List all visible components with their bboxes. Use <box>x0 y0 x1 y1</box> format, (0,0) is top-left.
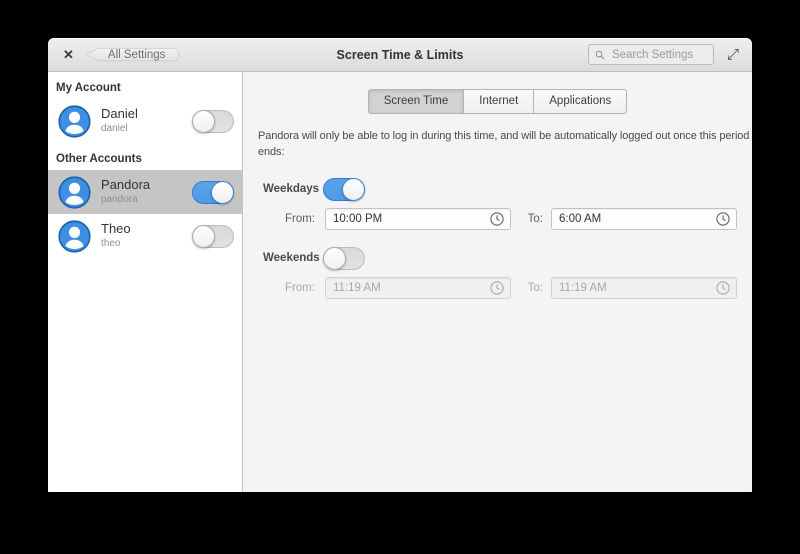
search-input[interactable] <box>609 47 707 62</box>
weekends-time-row: From: To: <box>258 276 752 299</box>
toggle-knob <box>192 109 215 133</box>
other-accounts-header: Other Accounts <box>56 153 142 165</box>
weekdays-to-input[interactable] <box>551 207 737 230</box>
weekdays-from-input[interactable] <box>325 207 511 230</box>
weekends-to-label: To: <box>527 281 543 294</box>
user-username: theo <box>101 238 121 250</box>
mode-tabs: Screen Time Internet Applications <box>258 89 737 114</box>
toggle-knob <box>192 224 215 248</box>
pandora-limits-toggle[interactable] <box>192 180 234 204</box>
user-username: pandora <box>101 194 138 206</box>
toggle-knob <box>211 180 234 204</box>
weekdays-to-field <box>551 207 737 230</box>
search-field[interactable] <box>587 44 714 65</box>
close-icon[interactable]: ✕ <box>63 48 74 61</box>
tab-applications[interactable]: Applications <box>533 89 628 114</box>
toggle-knob <box>342 177 365 201</box>
clock-icon[interactable] <box>715 280 731 296</box>
my-account-header: My Account <box>56 82 121 94</box>
weekends-from-label: From: <box>284 281 315 294</box>
settings-window: ✕ All Settings Screen Time & Limits ⤢ My… <box>48 38 752 492</box>
clock-icon[interactable] <box>489 211 505 227</box>
avatar <box>58 175 91 209</box>
tab-internet[interactable]: Internet <box>463 89 535 114</box>
sidebar-item-theo[interactable]: Theo theo <box>48 214 242 258</box>
weekends-row: Weekends <box>258 246 752 270</box>
weekdays-label: Weekdays <box>263 183 320 196</box>
clock-icon[interactable] <box>715 211 731 227</box>
weekdays-to-label: To: <box>527 212 543 225</box>
weekends-label: Weekends <box>263 252 320 265</box>
weekends-from-field <box>325 276 511 299</box>
sidebar-item-pandora[interactable]: Pandora pandora <box>48 170 242 214</box>
clock-icon[interactable] <box>489 280 505 296</box>
all-settings-button[interactable]: All Settings <box>87 44 179 66</box>
theo-limits-toggle[interactable] <box>192 224 234 248</box>
weekends-to-field <box>551 276 737 299</box>
weekends-from-input[interactable] <box>325 276 511 299</box>
toggle-knob <box>323 246 346 270</box>
search-icon <box>595 50 605 59</box>
user-username: daniel <box>101 123 128 135</box>
user-name: Theo <box>101 221 131 237</box>
weekdays-row: Weekdays <box>258 177 752 201</box>
weekends-toggle[interactable] <box>323 246 365 270</box>
tab-screen-time[interactable]: Screen Time <box>367 89 465 114</box>
weekdays-from-label: From: <box>284 212 315 225</box>
sidebar-item-daniel[interactable]: Daniel daniel <box>48 99 242 143</box>
weekdays-time-row: From: To: <box>258 207 752 230</box>
user-name: Pandora <box>101 177 151 193</box>
headerbar: ✕ All Settings Screen Time & Limits ⤢ <box>48 38 752 72</box>
user-name: Daniel <box>101 106 138 122</box>
weekdays-from-field <box>325 207 511 230</box>
daniel-limits-toggle[interactable] <box>192 109 234 133</box>
weekends-to-input[interactable] <box>551 276 737 299</box>
accounts-sidebar: My Account Daniel daniel Other Accounts <box>48 72 243 492</box>
avatar <box>58 104 91 138</box>
expand-icon[interactable]: ⤢ <box>727 47 739 62</box>
all-settings-button-label: All Settings <box>87 49 179 61</box>
weekdays-toggle[interactable] <box>323 177 365 201</box>
screen-time-pane: Screen Time Internet Applications Pandor… <box>243 72 752 492</box>
avatar <box>58 219 91 253</box>
screen-time-description: Pandora will only be able to log in duri… <box>258 130 750 158</box>
